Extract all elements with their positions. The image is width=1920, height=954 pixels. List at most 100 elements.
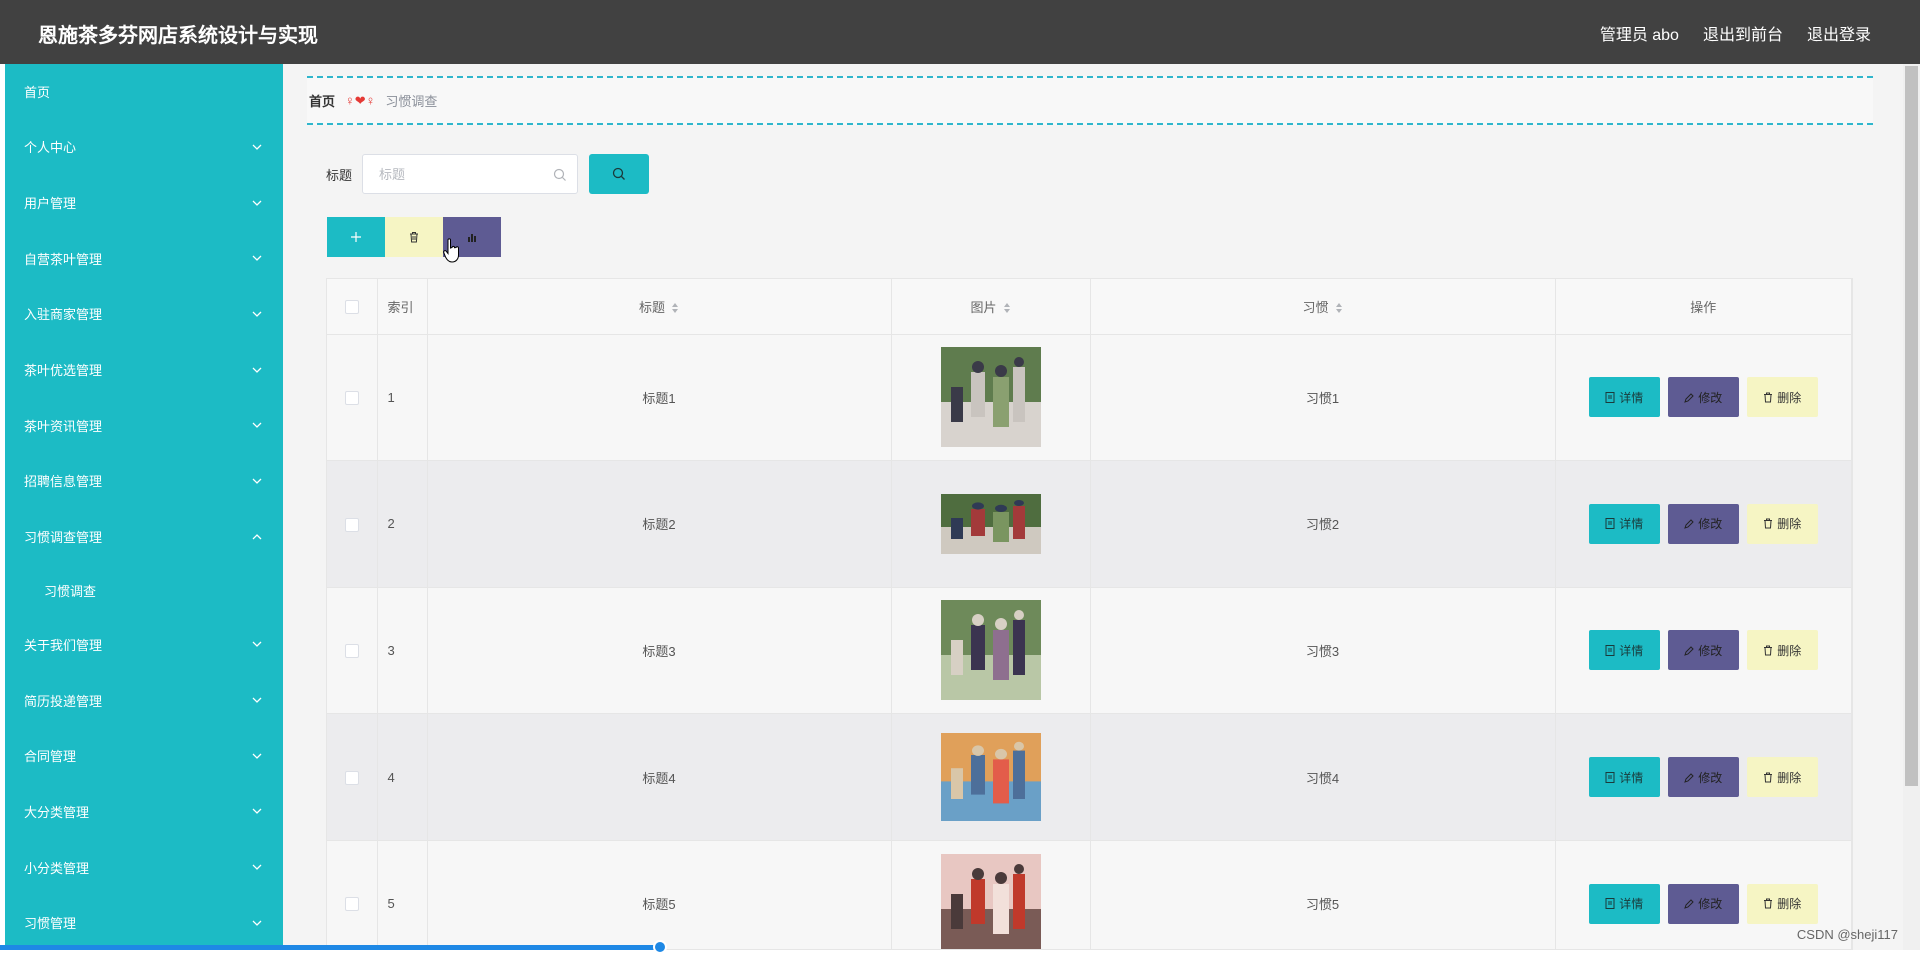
document-icon — [1605, 645, 1615, 656]
breadcrumb-home[interactable]: 首页 — [309, 91, 335, 110]
detail-button[interactable]: 详情 — [1589, 884, 1660, 924]
sidebar-item-personal-center[interactable]: 个人中心 — [5, 119, 283, 175]
pencil-icon — [1684, 772, 1694, 783]
detail-label: 详情 — [1619, 642, 1643, 659]
search-input[interactable] — [363, 155, 577, 193]
sidebar-item-merchants[interactable]: 入驻商家管理 — [5, 286, 283, 342]
column-title-label: 标题 — [639, 300, 665, 315]
column-title[interactable]: 标题 — [427, 279, 891, 334]
sidebar-item-tea-news[interactable]: 茶叶资讯管理 — [5, 397, 283, 453]
sidebar-item-resume[interactable]: 简历投递管理 — [5, 672, 283, 728]
search-button[interactable] — [589, 154, 649, 194]
sidebar-item-label: 首页 — [24, 82, 50, 101]
delete-label: 删除 — [1777, 895, 1801, 912]
logout-link[interactable]: 退出登录 — [1807, 21, 1871, 45]
sidebar-item-contract[interactable]: 合同管理 — [5, 728, 283, 784]
plus-icon — [350, 231, 362, 243]
sidebar-item-recruitment[interactable]: 招聘信息管理 — [5, 453, 283, 509]
row-index: 5 — [377, 840, 427, 950]
sidebar-subitem-habit-survey[interactable]: 习惯调查 — [5, 565, 283, 617]
document-icon — [1605, 772, 1615, 783]
sidebar-item-about-us[interactable]: 关于我们管理 — [5, 617, 283, 673]
edit-button[interactable]: 修改 — [1668, 504, 1739, 544]
watermark: CSDN @sheji117 — [1797, 927, 1898, 942]
sidebar-item-label: 茶叶优选管理 — [24, 360, 102, 379]
progress-knob[interactable] — [653, 940, 667, 954]
sort-icon — [1335, 302, 1343, 314]
detail-button[interactable]: 详情 — [1589, 504, 1660, 544]
edit-label: 修改 — [1698, 389, 1722, 406]
row-select-cell — [327, 334, 377, 461]
search-icon — [612, 167, 626, 181]
add-button[interactable] — [327, 217, 385, 257]
edit-button[interactable]: 修改 — [1668, 630, 1739, 670]
detail-button[interactable]: 详情 — [1589, 630, 1660, 670]
row-checkbox[interactable] — [345, 391, 359, 405]
sidebar-item-label: 招聘信息管理 — [24, 471, 102, 490]
sidebar-item-habit-survey[interactable]: 习惯调查管理 — [5, 509, 283, 565]
table-row: 1 标题1 习惯1 — [327, 334, 1852, 461]
detail-button[interactable]: 详情 — [1589, 377, 1660, 417]
delete-label: 删除 — [1777, 515, 1801, 532]
sidebar-item-user-management[interactable]: 用户管理 — [5, 175, 283, 231]
delete-button[interactable]: 删除 — [1747, 504, 1818, 544]
chevron-down-icon — [251, 694, 263, 706]
edit-button[interactable]: 修改 — [1668, 377, 1739, 417]
sidebar-item-home[interactable]: 首页 — [5, 64, 283, 119]
sidebar-item-own-tea[interactable]: 自营茶叶管理 — [5, 230, 283, 286]
header-links: 管理员 abo 退出到前台 退出登录 — [1600, 21, 1871, 45]
sidebar-item-habit-management[interactable]: 习惯管理 — [5, 895, 283, 950]
chevron-down-icon — [251, 419, 263, 431]
sidebar-item-major-category[interactable]: 大分类管理 — [5, 784, 283, 840]
vertical-scrollbar[interactable] — [1903, 64, 1920, 950]
data-table: 索引 标题 图片 习惯 操作 1 标题1 — [326, 278, 1853, 950]
sidebar-item-minor-category[interactable]: 小分类管理 — [5, 839, 283, 895]
column-image[interactable]: 图片 — [891, 279, 1090, 334]
delete-label: 删除 — [1777, 642, 1801, 659]
video-progress-bar[interactable] — [0, 945, 660, 950]
trash-icon — [1763, 772, 1773, 783]
select-all-cell — [327, 279, 377, 334]
column-habit[interactable]: 习惯 — [1090, 279, 1555, 334]
column-actions: 操作 — [1555, 279, 1852, 334]
exit-to-front-link[interactable]: 退出到前台 — [1703, 21, 1783, 45]
chevron-down-icon — [251, 750, 263, 762]
delete-button[interactable]: 删除 — [1747, 377, 1818, 417]
hand-cursor-icon — [443, 238, 461, 264]
row-checkbox[interactable] — [345, 518, 359, 532]
detail-label: 详情 — [1619, 515, 1643, 532]
delete-button[interactable]: 删除 — [1747, 630, 1818, 670]
sidebar-item-label: 合同管理 — [24, 746, 76, 765]
sidebar-item-label: 小分类管理 — [24, 858, 89, 877]
sidebar-item-tea-selection[interactable]: 茶叶优选管理 — [5, 342, 283, 398]
chevron-down-icon — [251, 308, 263, 320]
pencil-icon — [1684, 392, 1694, 403]
row-index: 1 — [377, 334, 427, 461]
row-habit: 习惯2 — [1090, 461, 1555, 588]
edit-button[interactable]: 修改 — [1668, 757, 1739, 797]
trash-icon — [1763, 392, 1773, 403]
scrollbar-thumb[interactable] — [1905, 66, 1918, 786]
row-checkbox[interactable] — [345, 644, 359, 658]
detail-label: 详情 — [1619, 389, 1643, 406]
detail-button[interactable]: 详情 — [1589, 757, 1660, 797]
breadcrumb-current: 习惯调查 — [385, 91, 437, 110]
row-photo — [941, 733, 1041, 821]
batch-delete-button[interactable] — [385, 217, 443, 257]
row-image-cell — [891, 714, 1090, 841]
search-field — [362, 154, 578, 194]
chevron-down-icon — [251, 364, 263, 376]
admin-user-label[interactable]: 管理员 abo — [1600, 21, 1679, 45]
select-all-checkbox[interactable] — [345, 300, 359, 314]
delete-button[interactable]: 删除 — [1747, 757, 1818, 797]
search-bar: 标题 — [326, 154, 649, 194]
row-checkbox[interactable] — [345, 771, 359, 785]
column-index: 索引 — [377, 279, 427, 334]
row-habit: 习惯5 — [1090, 840, 1555, 950]
row-actions: 详情 修改 删除 — [1555, 334, 1852, 461]
delete-label: 删除 — [1777, 769, 1801, 786]
breadcrumb: 首页 ♀❤♀ 习惯调查 — [307, 76, 1873, 125]
delete-button[interactable]: 删除 — [1747, 884, 1818, 924]
edit-button[interactable]: 修改 — [1668, 884, 1739, 924]
row-checkbox[interactable] — [345, 897, 359, 911]
